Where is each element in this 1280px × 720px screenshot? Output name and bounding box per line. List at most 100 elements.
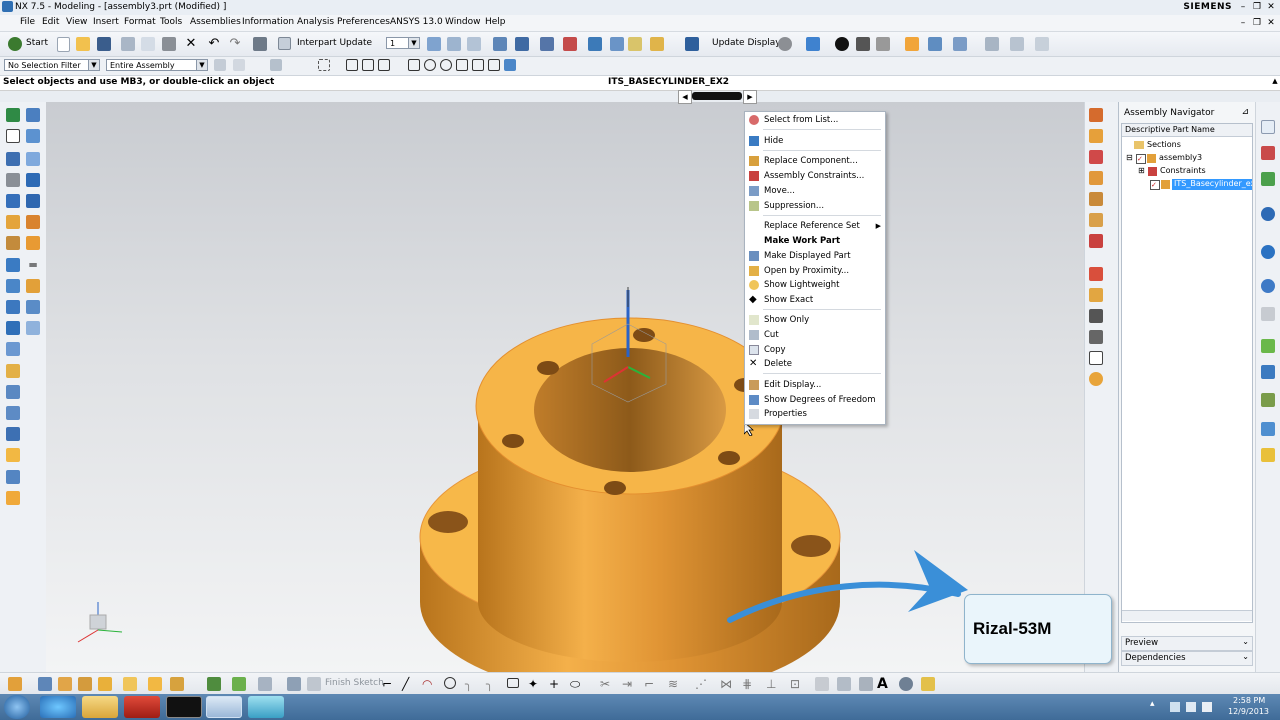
wave-geometry-linker-icon[interactable] (1089, 267, 1103, 281)
snap-bounded-icon[interactable] (504, 59, 516, 71)
mirror-icon[interactable] (6, 258, 20, 272)
wcs-icon[interactable] (493, 37, 507, 51)
select-rect-icon[interactable] (318, 59, 330, 71)
start-icon[interactable] (8, 37, 22, 51)
extract-icon[interactable] (26, 321, 40, 335)
menu-analysis[interactable]: Analysis (297, 17, 334, 27)
doc-close-button[interactable]: ✕ (1266, 18, 1276, 28)
snap-center-icon[interactable] (424, 59, 436, 71)
arc-icon[interactable]: ◠ (422, 677, 436, 691)
snap-on-face-icon[interactable] (488, 59, 500, 71)
lighting-icon[interactable] (921, 677, 935, 691)
styled-blend-icon[interactable] (6, 470, 20, 484)
mate-icon[interactable] (170, 677, 184, 691)
boss-icon[interactable] (26, 173, 40, 187)
command-finder-icon[interactable] (253, 37, 267, 51)
process-studio-tab-icon[interactable] (1261, 339, 1275, 353)
save-assembly-icon[interactable] (98, 677, 112, 691)
tree-horizontal-scrollbar[interactable] (1122, 610, 1252, 621)
clearance-icon[interactable] (1089, 330, 1103, 344)
reset-filter-icon[interactable] (233, 59, 245, 71)
web-browser-tab-icon[interactable] (1261, 245, 1275, 259)
system-scenes-tab-icon[interactable] (1261, 393, 1275, 407)
sequence-icon[interactable] (1089, 309, 1103, 323)
intersect-icon[interactable] (6, 215, 20, 229)
reposition-icon[interactable] (148, 677, 162, 691)
fillet-icon[interactable]: ╮ (465, 677, 479, 691)
explode-view-icon[interactable] (1089, 288, 1103, 302)
menu-format[interactable]: Format (124, 17, 156, 27)
snap-quadrant-icon[interactable] (440, 59, 452, 71)
mirror-curve-icon[interactable]: ⋈ (720, 677, 734, 691)
open-folder-icon[interactable] (76, 37, 90, 51)
finish-sketch-icon[interactable] (307, 677, 321, 691)
ctx-select-from-list[interactable]: Select from List... (745, 113, 885, 127)
chamfer-sketch-icon[interactable]: ╮ (486, 677, 500, 691)
circle-icon[interactable] (444, 677, 456, 689)
snap-endpoint-icon[interactable] (346, 59, 358, 71)
chamfer-icon[interactable] (6, 236, 20, 250)
selection-scope-dropdown[interactable]: Entire Assembly ▼ (106, 59, 208, 71)
palette-tab-icon[interactable] (1261, 422, 1275, 436)
quick-trim-icon[interactable]: ✂ (600, 677, 614, 691)
menu-edit[interactable]: Edit (42, 17, 59, 27)
profile-icon[interactable]: ⌐ (382, 677, 396, 691)
open-component-icon[interactable] (58, 677, 72, 691)
render-tool-icon[interactable] (899, 677, 913, 691)
wcs-display-icon[interactable] (610, 37, 624, 51)
ctx-show-exact[interactable]: ◆ Show Exact (745, 293, 885, 307)
roles-tab-icon[interactable] (1261, 365, 1275, 379)
wcs-rotate-icon[interactable] (540, 37, 554, 51)
zone-icon[interactable] (1089, 372, 1103, 386)
tree-node-basecylinder[interactable]: ✓ ITS_Basecylinder_ex2 (1150, 179, 1252, 191)
snap-point-icon[interactable] (1010, 37, 1024, 51)
ctx-copy[interactable]: Copy (745, 343, 885, 357)
cylinder-icon[interactable] (6, 173, 20, 187)
datum-plane-icon[interactable] (26, 108, 40, 122)
reuse-library-tab-icon[interactable] (1261, 207, 1275, 221)
bom-icon[interactable] (1089, 351, 1103, 365)
polygon-icon[interactable]: + (549, 677, 563, 691)
component-add-icon[interactable] (928, 37, 942, 51)
assembly-navigator-tab-icon[interactable] (1261, 120, 1275, 134)
shaded-icon[interactable] (856, 37, 870, 51)
sew-icon[interactable] (26, 300, 40, 314)
cut-tool-icon[interactable] (121, 37, 135, 51)
through-curves-icon[interactable] (6, 364, 20, 378)
ctx-cut[interactable]: Cut (745, 328, 885, 342)
layer-dropdown[interactable]: 1 ▼ (386, 37, 420, 49)
ctx-show-lightweight[interactable]: Show Lightweight (745, 278, 885, 292)
assembly-navigator-tool-icon[interactable] (905, 37, 919, 51)
menu-help[interactable]: Help (485, 17, 506, 27)
graphics-window[interactable]: ◀ ▶ (46, 90, 1084, 672)
ctx-replace-reference-set[interactable]: Replace Reference Set ▶ (745, 219, 885, 233)
interpart-update-button[interactable]: Interpart Update (297, 38, 372, 48)
menu-preferences[interactable]: Preferences (337, 17, 390, 27)
copy-layer-icon[interactable] (467, 37, 481, 51)
expand-icon[interactable]: ⊞ (1138, 166, 1145, 175)
rectangle-icon[interactable] (507, 678, 519, 688)
ctx-hide[interactable]: Hide (745, 134, 885, 148)
minimize-button[interactable]: – (1238, 2, 1248, 12)
draft-icon[interactable] (26, 279, 40, 293)
move-layer-icon[interactable] (447, 37, 461, 51)
speaker-icon[interactable] (1186, 702, 1196, 712)
checkbox-icon[interactable]: ✓ (1150, 180, 1160, 190)
ruler-icon[interactable] (628, 37, 642, 51)
ctx-edit-display[interactable]: Edit Display... (745, 378, 885, 392)
menu-view[interactable]: View (66, 17, 87, 27)
ctx-show-dof[interactable]: Show Degrees of Freedom (745, 393, 885, 407)
menu-tools[interactable]: Tools (160, 17, 182, 27)
menu-window[interactable]: Window (445, 17, 481, 27)
annotate-icon[interactable] (859, 677, 873, 691)
wcs-origin-icon[interactable] (515, 37, 529, 51)
column-header-part-name[interactable]: Descriptive Part Name (1122, 124, 1252, 137)
snap-control-icon[interactable] (378, 59, 390, 71)
assembly-constraint-tool-icon[interactable] (1089, 234, 1103, 248)
ctx-suppression[interactable]: Suppression... (745, 199, 885, 213)
text-icon[interactable]: A (877, 676, 891, 692)
quick-extend-icon[interactable]: ⇥ (622, 677, 636, 691)
network-icon[interactable] (1170, 702, 1180, 712)
wireframe-icon[interactable] (876, 37, 890, 51)
ctx-make-work-part[interactable]: Make Work Part (745, 234, 885, 248)
